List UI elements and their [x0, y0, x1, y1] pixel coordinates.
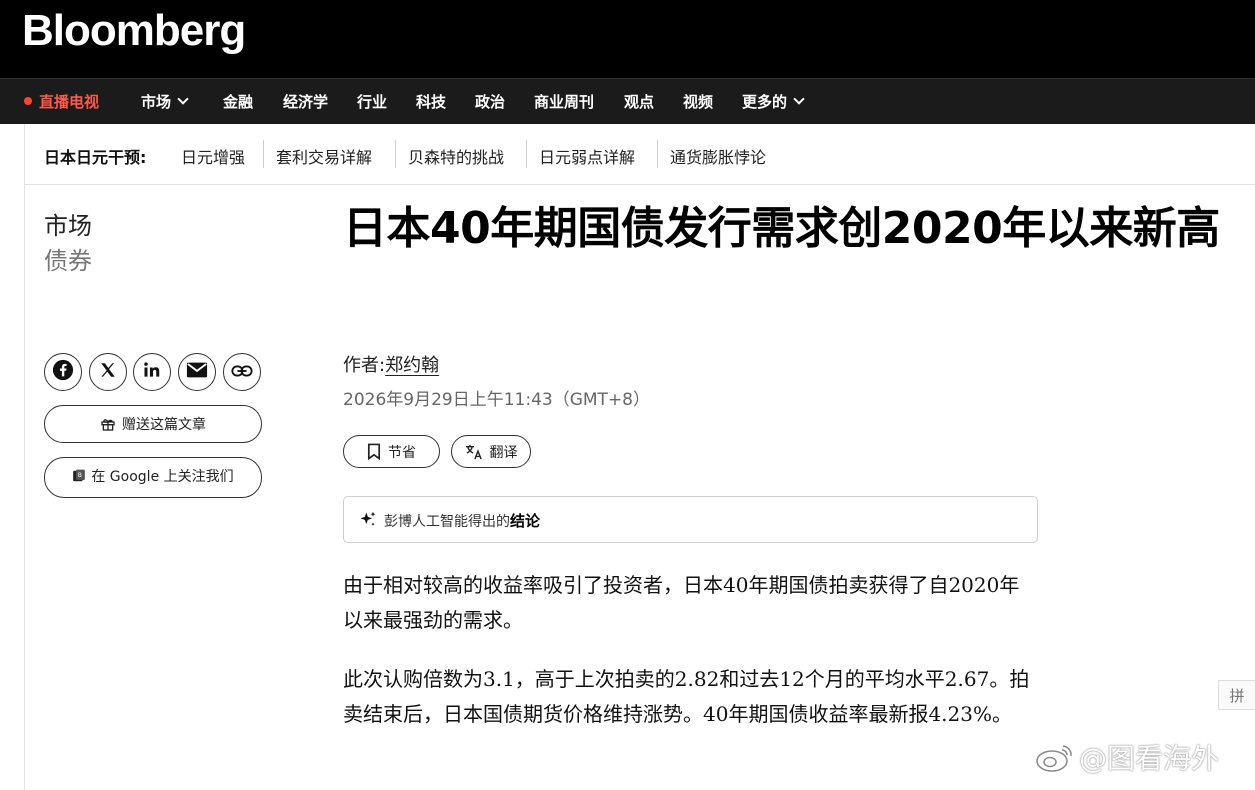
byline-prefix: 作者:	[343, 355, 386, 376]
bloomberg-logo[interactable]: Bloomberg	[22, 6, 246, 56]
left-divider	[24, 124, 25, 790]
nav-live-tv[interactable]: 直播电视	[24, 79, 99, 125]
article-headline: 日本40年期国债发行需求创2020年以来新高	[343, 203, 1220, 254]
side-tab[interactable]: 拼	[1218, 680, 1255, 710]
nav-item-label: 视频	[683, 93, 714, 111]
translate-icon	[465, 444, 483, 460]
nav-item-label: 商业周刊	[534, 93, 595, 111]
topic-divider	[657, 140, 658, 168]
chevron-down-icon	[177, 93, 189, 105]
bookmark-icon	[367, 443, 381, 460]
sparkle-icon	[358, 510, 378, 534]
nav-item-markets[interactable]: 市场	[141, 79, 189, 125]
save-button[interactable]: 节省	[343, 435, 440, 468]
save-label: 节省	[388, 444, 416, 461]
topic-link-bessent[interactable]: 贝森特的挑战	[408, 144, 504, 168]
translate-button[interactable]: 翻译	[451, 435, 531, 468]
weibo-watermark: @图看海外	[1035, 737, 1219, 779]
article-paragraph: 由于相对较高的收益率吸引了投资者，日本40年期国债拍卖获得了自2020年以来最强…	[343, 573, 1020, 632]
nav-item-finance[interactable]: 金融	[223, 79, 253, 125]
gift-icon	[100, 416, 116, 432]
nav-item-label: 更多的	[742, 93, 788, 111]
top-bar: Bloomberg	[0, 0, 1255, 78]
weibo-icon	[1035, 742, 1075, 779]
nav-item-label: 金融	[223, 93, 254, 111]
share-link-button[interactable]	[223, 353, 261, 391]
nav-item-tech[interactable]: 科技	[416, 79, 446, 125]
google-follow-button[interactable]: B在 Google 上关注我们	[44, 457, 262, 498]
nav-item-politics[interactable]: 政治	[475, 79, 505, 125]
link-icon	[231, 363, 253, 382]
ai-summary-label: 彭博人工智能得出的结论	[384, 512, 541, 530]
topic-label: 日本日元干预:	[44, 148, 147, 167]
topic-bar: 日本日元干预: 日元增强 套利交易详解 贝森特的挑战 日元弱点详解 通货膨胀悖论	[24, 124, 1255, 185]
share-x-button[interactable]	[89, 353, 127, 391]
gift-article-label: 赠送这篇文章	[122, 417, 206, 433]
section-bonds[interactable]: 债券	[44, 241, 92, 276]
nav-item-label: 观点	[624, 93, 655, 111]
nav-item-businessweek[interactable]: 商业周刊	[534, 79, 594, 125]
topic-link-yen-strength[interactable]: 日元增强	[181, 144, 245, 168]
email-icon	[186, 361, 208, 383]
main-nav: 直播电视 市场 金融 经济学 行业 科技 政治 商业周刊 观点 视频 更多的	[0, 78, 1255, 124]
publish-date: 2026年9月29日上午11:43（GMT+8）	[343, 390, 650, 410]
topic-divider	[263, 140, 264, 168]
nav-item-more[interactable]: 更多的	[742, 79, 805, 125]
google-news-icon: B	[72, 469, 86, 487]
section-markets[interactable]: 市场	[44, 206, 92, 241]
live-dot-icon	[24, 97, 32, 105]
nav-item-label: 市场	[141, 93, 172, 111]
nav-item-economics[interactable]: 经济学	[283, 79, 328, 125]
article-paragraph: 此次认购倍数为3.1，高于上次拍卖的2.82和过去12个月的平均水平2.67。拍…	[343, 667, 1030, 726]
nav-item-label: 经济学	[283, 93, 329, 111]
topic-link-inflation[interactable]: 通货膨胀悖论	[670, 144, 766, 168]
ai-summary-box[interactable]: 彭博人工智能得出的结论	[343, 496, 1038, 543]
share-email-button[interactable]	[178, 353, 216, 391]
byline: 作者:郑约翰	[343, 351, 439, 377]
topic-link-carry-trade[interactable]: 套利交易详解	[276, 144, 372, 168]
share-linkedin-button[interactable]	[133, 353, 171, 391]
facebook-icon	[52, 359, 74, 385]
topic-divider	[395, 140, 396, 168]
share-facebook-button[interactable]	[44, 353, 82, 391]
nav-item-opinion[interactable]: 观点	[624, 79, 654, 125]
topic-link-yen-weakness[interactable]: 日元弱点详解	[539, 144, 635, 168]
x-icon	[99, 361, 117, 383]
nav-item-video[interactable]: 视频	[683, 79, 713, 125]
google-follow-label: B在 Google 上关注我们	[72, 469, 234, 487]
topic-divider	[526, 140, 527, 168]
translate-label: 翻译	[489, 444, 518, 461]
linkedin-icon	[142, 360, 162, 384]
nav-item-label: 政治	[475, 93, 506, 111]
nav-item-label: 行业	[357, 93, 388, 111]
nav-item-label: 科技	[416, 93, 447, 111]
gift-article-button[interactable]: 赠送这篇文章	[44, 405, 262, 443]
nav-item-industries[interactable]: 行业	[357, 79, 387, 125]
nav-live-label: 直播电视	[39, 93, 100, 111]
watermark-text: @图看海外	[1079, 742, 1220, 775]
svg-text:B: B	[78, 473, 82, 479]
chevron-down-icon	[793, 93, 805, 105]
author-link[interactable]: 郑约翰	[385, 355, 439, 376]
